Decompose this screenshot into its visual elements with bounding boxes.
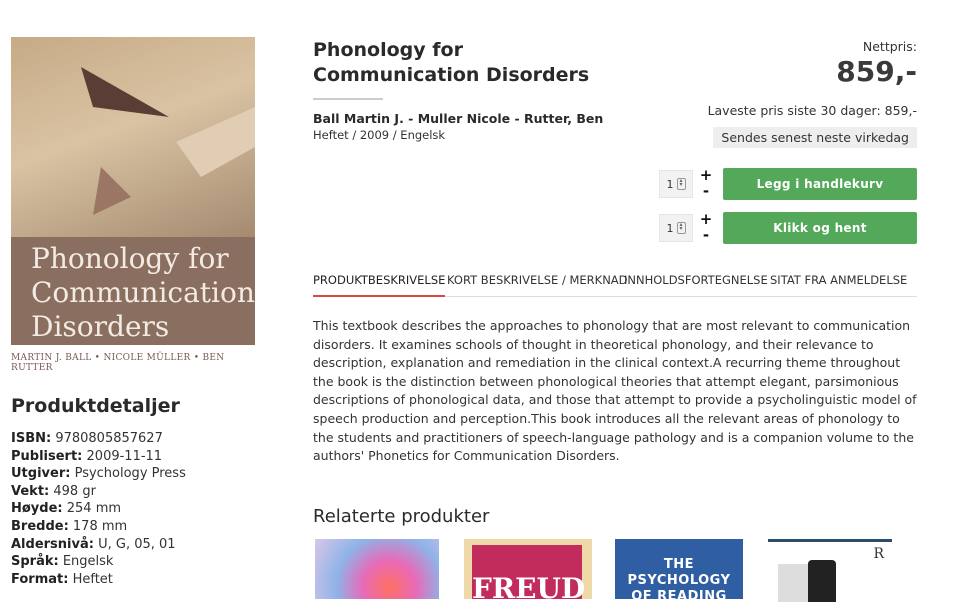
quantity-input-cart[interactable]: 1 ▴ ▾: [659, 170, 693, 198]
detail-row-age-level: Aldersnivå: U, G, 05, 01: [11, 536, 176, 552]
lowest-price-note: Laveste pris siste 30 dager: 859,-: [707, 103, 917, 118]
device-image: [808, 560, 836, 602]
quantity-input-collect[interactable]: 1 ▴ ▾: [659, 214, 693, 242]
tab-product-description[interactable]: PRODUKTBESKRIVELSE: [313, 273, 446, 297]
related-product-4[interactable]: R: [768, 539, 892, 602]
product-description: This textbook describes the approaches t…: [313, 318, 917, 464]
quantity-value: 1: [666, 177, 674, 191]
detail-row-width: Bredde: 178 mm: [11, 518, 128, 534]
detail-row-language: Språk: Engelsk: [11, 554, 114, 570]
detail-row-published: Publisert: 2009-11-11: [11, 448, 163, 464]
spinner-icon[interactable]: ▴ ▾: [676, 178, 686, 190]
product-authors[interactable]: Ball Martin J. - Muller Nicole - Rutter,…: [313, 111, 603, 126]
related-product-1[interactable]: [315, 539, 439, 599]
tab-short-description[interactable]: KORT BESKRIVELSE / MERKNAD: [447, 273, 628, 295]
product-format-line: Heftet / 2009 / Engelsk: [313, 128, 446, 142]
detail-row-weight: Vekt: 498 gr: [11, 483, 96, 499]
book-cover-image: Phonology for Communication Disorders: [11, 37, 255, 345]
details-heading: Produktdetaljer: [11, 395, 180, 417]
decrease-quantity-button[interactable]: -: [699, 227, 713, 243]
net-price-label: Nettpris:: [862, 39, 917, 54]
spinner-icon[interactable]: ▴ ▾: [676, 222, 686, 234]
product-tabs: PRODUKTBESKRIVELSE KORT BESKRIVELSE / ME…: [313, 273, 917, 297]
cover-authors: MARTIN J. BALL • NICOLE MÜLLER • BEN RUT…: [11, 345, 255, 381]
related-product-2[interactable]: FREUD: [464, 539, 592, 599]
price-value: 859,-: [836, 55, 917, 88]
related-products-heading: Relaterte produkter: [313, 506, 490, 527]
tab-review-quotes[interactable]: SITAT FRA ANMELDELSE: [770, 273, 907, 295]
product-title: Phonology for Communication Disorders: [313, 39, 590, 86]
quantity-value: 1: [666, 221, 674, 235]
detail-row-isbn: ISBN: 9780805857627: [11, 431, 163, 446]
title-divider: [313, 98, 383, 100]
increase-quantity-button[interactable]: +: [699, 167, 713, 183]
detail-row-format: Format: Heftet: [11, 571, 113, 587]
cover-title: Phonology for Communication Disorders: [31, 242, 255, 343]
publisher-logo: R: [873, 546, 884, 562]
related-product-3[interactable]: THE PSYCHOLOGY OF READING: [615, 539, 743, 599]
increase-quantity-button[interactable]: +: [699, 211, 713, 227]
details-list: ISBN: 9780805857627 Publisert: 2009-11-1…: [11, 430, 186, 588]
tab-table-of-contents[interactable]: INNHOLDSFORTEGNELSE: [624, 273, 768, 295]
add-to-cart-button[interactable]: Legg i handlekurv: [723, 168, 917, 200]
device-image: [778, 564, 808, 602]
shipping-badge: Sendes senest neste virkedag: [713, 127, 917, 148]
detail-row-publisher: Utgiver: Psychology Press: [11, 466, 186, 482]
related-product-2-title: FREUD: [472, 545, 585, 599]
detail-row-height: Høyde: 254 mm: [11, 501, 122, 517]
decrease-quantity-button[interactable]: -: [699, 183, 713, 199]
click-and-collect-button[interactable]: Klikk og hent: [723, 212, 917, 244]
